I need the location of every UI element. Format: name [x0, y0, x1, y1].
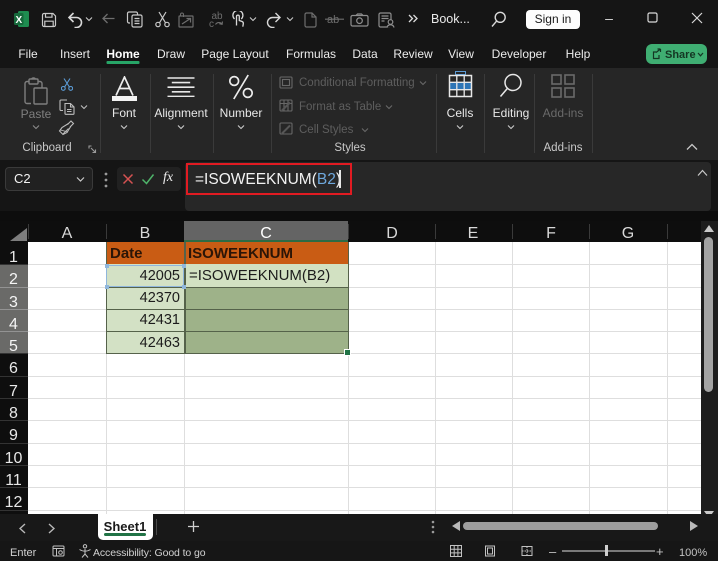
svg-text:X: X [15, 15, 22, 26]
svg-text:c: c [209, 19, 214, 28]
svg-text:ab: ab [327, 14, 339, 26]
